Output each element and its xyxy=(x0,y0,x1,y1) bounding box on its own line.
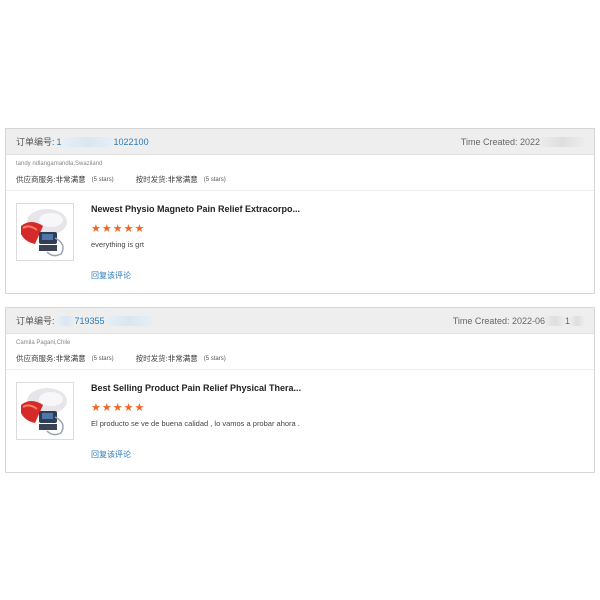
supplier-service-label: 供应商服务: xyxy=(16,175,56,184)
redacted-time xyxy=(544,315,565,326)
shipping-rating: 按时发货: 非常满意 (5 stars) xyxy=(136,353,226,364)
supplier-service-stars: (5 stars) xyxy=(91,176,114,183)
star-icon: ★ xyxy=(101,223,112,235)
reply-review-link[interactable]: 回复该评论 xyxy=(91,449,301,460)
shipping-value: 非常满意 xyxy=(167,354,198,363)
product-thumbnail[interactable] xyxy=(16,203,74,261)
supplier-service-stars: (5 stars) xyxy=(91,355,114,362)
supplier-service-rating: 供应商服务: 非常满意 (5 stars) xyxy=(16,353,114,364)
order-number-link[interactable]: 1 1022100 xyxy=(57,136,149,147)
order-header: 订单编号: 1 1022100 Time Created: 2022 xyxy=(6,129,594,155)
review-card: 订单编号: 719355 Time Created: 2022-06 1 Cam… xyxy=(5,307,595,473)
product-info: Best Selling Product Pain Relief Physica… xyxy=(91,382,301,460)
review-card: 订单编号: 1 1022100 Time Created: 2022 tandy… xyxy=(5,128,595,294)
time-created: Time Created: 2022 xyxy=(460,136,584,147)
order-header: 订单编号: 719355 Time Created: 2022-06 1 xyxy=(6,308,594,334)
star-icon: ★ xyxy=(134,402,145,414)
product-title[interactable]: Newest Physio Magneto Pain Relief Extrac… xyxy=(91,203,300,215)
star-icon: ★ xyxy=(91,223,101,235)
reply-review-link[interactable]: 回复该评论 xyxy=(91,270,300,281)
star-icon: ★ xyxy=(112,402,123,414)
review-text: everything is grt xyxy=(91,240,144,249)
star-icon: ★ xyxy=(123,223,134,235)
product-row: Newest Physio Magneto Pain Relief Extrac… xyxy=(6,191,594,281)
redacted-time xyxy=(540,136,584,147)
shipping-stars: (5 stars) xyxy=(203,355,226,362)
order-number-label: 订单编号: xyxy=(16,137,55,147)
buyer-section: Camila Pagani,Chile 供应商服务: 非常满意 (5 stars… xyxy=(6,334,594,370)
order-number-prefix[interactable]: 1 xyxy=(57,137,62,147)
time-created-text: Time Created: 2022-06 xyxy=(452,315,545,326)
supplier-service-rating: 供应商服务: 非常满意 (5 stars) xyxy=(16,174,114,185)
buyer-name: tandy ndlangamandla,Swaziland xyxy=(16,161,103,167)
redacted-order-digits xyxy=(62,136,113,147)
star-icon: ★ xyxy=(91,402,101,414)
star-icon: ★ xyxy=(134,223,145,235)
order-number-label: 订单编号: xyxy=(16,316,55,326)
ratings-row: 供应商服务: 非常满意 (5 stars) 按时发货: 非常满意 (5 star… xyxy=(16,353,584,364)
device-image-icon xyxy=(17,204,73,260)
review-stars: ★ ★ ★ ★ ★ xyxy=(91,223,300,235)
review-text: El producto se ve de buena calidad , lo … xyxy=(91,419,300,428)
product-row: Best Selling Product Pain Relief Physica… xyxy=(6,370,594,460)
shipping-rating: 按时发货: 非常满意 (5 stars) xyxy=(136,174,226,185)
star-icon: ★ xyxy=(112,223,123,235)
device-image-icon xyxy=(17,383,73,439)
shipping-value: 非常满意 xyxy=(167,175,198,184)
supplier-service-value: 非常满意 xyxy=(55,175,86,184)
shipping-stars: (5 stars) xyxy=(203,176,226,183)
order-number-group: 订单编号: 1 1022100 xyxy=(16,135,149,148)
order-number-link[interactable]: 719355 xyxy=(57,315,153,326)
redacted-order-digits xyxy=(57,315,74,326)
supplier-service-value: 非常满意 xyxy=(55,354,86,363)
redacted-time xyxy=(570,315,584,326)
buyer-section: tandy ndlangamandla,Swaziland 供应商服务: 非常满… xyxy=(6,155,594,191)
shipping-label: 按时发货: xyxy=(135,175,168,184)
supplier-service-label: 供应商服务: xyxy=(16,354,56,363)
buyer-name: Camila Pagani,Chile xyxy=(16,340,71,346)
order-number-group: 订单编号: 719355 xyxy=(16,314,153,327)
product-info: Newest Physio Magneto Pain Relief Extrac… xyxy=(91,203,300,281)
redacted-order-digits xyxy=(105,315,152,326)
product-title[interactable]: Best Selling Product Pain Relief Physica… xyxy=(91,382,301,394)
review-stars: ★ ★ ★ ★ ★ xyxy=(91,402,301,414)
ratings-row: 供应商服务: 非常满意 (5 stars) 按时发货: 非常满意 (5 star… xyxy=(16,174,584,185)
time-created-text: Time Created: 2022 xyxy=(460,136,540,147)
star-icon: ★ xyxy=(101,402,112,414)
time-created: Time Created: 2022-06 1 xyxy=(452,315,584,326)
order-number-suffix[interactable]: 719355 xyxy=(75,316,105,326)
product-thumbnail[interactable] xyxy=(16,382,74,440)
shipping-label: 按时发货: xyxy=(135,354,168,363)
order-number-suffix[interactable]: 1022100 xyxy=(114,137,149,147)
star-icon: ★ xyxy=(123,402,134,414)
